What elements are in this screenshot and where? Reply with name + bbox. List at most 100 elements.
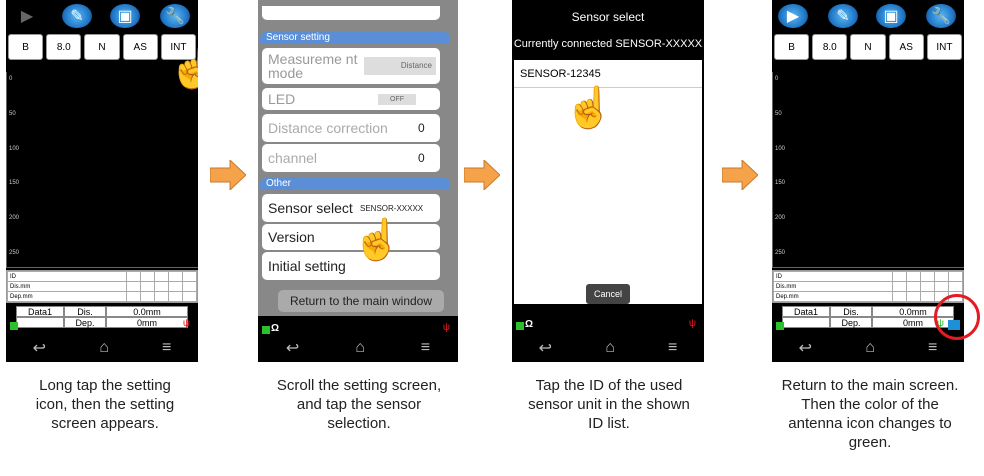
led-toggle[interactable]: OFF xyxy=(378,93,416,105)
mode-button-n[interactable]: N xyxy=(84,34,120,60)
menu-icon[interactable]: ≡ xyxy=(928,339,937,357)
cancel-button[interactable]: Cancel xyxy=(586,284,630,304)
mode-button-b[interactable]: B xyxy=(8,34,44,60)
return-main-button[interactable]: Return to the main window xyxy=(278,290,444,312)
plot-area: 0 50 100 150 200 250 xyxy=(6,72,198,268)
caption-step-1: Long tap the setting icon, then the sett… xyxy=(10,376,200,433)
y-tick: 250 xyxy=(775,250,786,256)
grid-row-label: Dep.mm xyxy=(6,291,128,302)
caption-step-2: Scroll the setting screen, and tap the s… xyxy=(256,376,462,433)
toolbar: ▶ ✎ ▣ 🔧 xyxy=(6,0,198,32)
caption-line: screen appears. xyxy=(51,415,159,432)
led-label: LED xyxy=(268,91,296,107)
android-navbar: ↩ ⌂ ≡ xyxy=(512,334,704,362)
tap-hand-icon: ☝ xyxy=(167,45,198,91)
battery-icon xyxy=(262,326,270,334)
phone-screen-settings: Sensor setting Measureme nt mode Distanc… xyxy=(258,0,458,362)
previous-setting-item xyxy=(262,6,440,20)
pencil-icon[interactable]: ✎ xyxy=(62,4,92,28)
dis-value: 0.0mm xyxy=(106,306,188,317)
caption-step-3: Tap the ID of the used sensor unit in th… xyxy=(506,376,712,433)
caption-line: Scroll the setting screen, xyxy=(276,377,442,394)
tap-hand-icon: ☝ xyxy=(563,85,615,131)
play-icon[interactable]: ▶ xyxy=(12,4,42,28)
back-icon[interactable]: ↩ xyxy=(799,338,812,358)
loop-icon: Ω xyxy=(271,323,280,334)
y-tick: 200 xyxy=(9,215,20,221)
dep-label: Dep. xyxy=(64,317,106,328)
y-tick: 0 xyxy=(9,76,13,82)
dep-label: Dep. xyxy=(830,317,872,328)
data-bar: Data1 Dis. 0.0mm Dep. 0mm xyxy=(782,306,954,328)
mode-button-value[interactable]: 8.0 xyxy=(812,34,848,60)
home-icon[interactable]: ⌂ xyxy=(355,339,365,357)
loop-icon: Ω xyxy=(525,319,534,330)
distance-correction-label: Distance correction xyxy=(268,120,388,136)
play-icon[interactable]: ▶ xyxy=(778,4,808,28)
data-bar: Data1 Dis. 0.0mm Dep. 0mm xyxy=(16,306,188,328)
battery-icon xyxy=(776,322,784,330)
sensor-select-item[interactable]: Sensor select SENSOR-XXXXX xyxy=(262,194,440,222)
antenna-icon: ψ xyxy=(688,318,696,329)
y-tick: 50 xyxy=(775,111,782,117)
data-grid: ID Dis.mm Dep.mm xyxy=(772,270,964,303)
mode-button-b[interactable]: B xyxy=(774,34,810,60)
version-item[interactable]: Version xyxy=(262,224,440,250)
channel-value: 0 xyxy=(418,151,425,165)
caption-line: selection. xyxy=(327,415,391,432)
mode-button-value[interactable]: 8.0 xyxy=(46,34,82,60)
y-tick: 250 xyxy=(9,250,20,256)
wrench-icon[interactable]: 🔧 xyxy=(160,4,190,28)
home-icon[interactable]: ⌂ xyxy=(865,339,875,357)
dep-value: 0mm xyxy=(106,317,188,328)
home-icon[interactable]: ⌂ xyxy=(605,339,615,357)
y-tick: 150 xyxy=(9,180,20,186)
caption-line: ID list. xyxy=(588,415,630,432)
channel-item[interactable]: channel 0 xyxy=(262,144,440,172)
dis-label: Dis. xyxy=(64,306,106,317)
plot-area: 0 50 100 150 200 250 xyxy=(772,72,964,268)
y-tick: 0 xyxy=(775,76,779,82)
menu-icon[interactable]: ≡ xyxy=(421,339,430,357)
caption-line: antenna icon changes to xyxy=(788,415,952,432)
toolbar: ▶ ✎ ▣ 🔧 xyxy=(772,0,964,32)
initial-setting-item[interactable]: Initial setting xyxy=(262,252,440,280)
home-icon[interactable]: ⌂ xyxy=(99,339,109,357)
android-navbar: ↩ ⌂ ≡ xyxy=(772,334,964,362)
dis-label: Dis. xyxy=(830,306,872,317)
next-arrow-icon xyxy=(209,158,247,192)
distance-correction-item[interactable]: Distance correction 0 xyxy=(262,114,440,142)
measurement-mode-item[interactable]: Measureme nt mode Distance xyxy=(262,48,440,84)
antenna-icon: ψ xyxy=(442,322,450,333)
y-tick: 100 xyxy=(775,146,786,152)
mode-button-row: B 8.0 N AS INT xyxy=(774,34,963,60)
led-item[interactable]: LED OFF xyxy=(262,88,440,110)
measurement-mode-label: Measureme nt mode xyxy=(268,51,358,81)
mode-button-as[interactable]: AS xyxy=(122,34,158,60)
section-header-sensor: Sensor setting xyxy=(260,32,450,44)
pencil-icon[interactable]: ✎ xyxy=(828,4,858,28)
caption-line: Long tap the setting xyxy=(39,377,171,394)
grid-row-label: ID xyxy=(772,271,894,282)
mode-button-int[interactable]: INT xyxy=(926,34,963,60)
caption-line: sensor unit in the shown xyxy=(528,396,690,413)
next-arrow-icon xyxy=(721,158,759,192)
menu-icon[interactable]: ≡ xyxy=(668,339,677,357)
loop-icon: Ω xyxy=(19,319,28,330)
phone-screen-main: ▶ ✎ ▣ 🔧 B 8.0 N AS INT 0 50 100 150 200 … xyxy=(6,0,198,362)
mode-button-n[interactable]: N xyxy=(850,34,886,60)
caption-line: Tap the ID of the used xyxy=(535,377,683,394)
dialog-title: Sensor select xyxy=(571,10,645,24)
data-grid: ID Dis.mm Dep.mm xyxy=(6,270,198,303)
save-icon[interactable]: ▣ xyxy=(876,4,906,28)
caption-line: green. xyxy=(848,434,892,451)
back-icon[interactable]: ↩ xyxy=(286,338,299,358)
menu-icon[interactable]: ≡ xyxy=(162,339,171,357)
highlight-circle xyxy=(934,294,980,340)
back-icon[interactable]: ↩ xyxy=(539,338,552,358)
sensor-select-value: SENSOR-XXXXX xyxy=(360,203,424,213)
back-icon[interactable]: ↩ xyxy=(33,338,46,358)
mode-button-as[interactable]: AS xyxy=(888,34,924,60)
wrench-icon[interactable]: 🔧 xyxy=(926,4,956,28)
save-icon[interactable]: ▣ xyxy=(110,4,140,28)
